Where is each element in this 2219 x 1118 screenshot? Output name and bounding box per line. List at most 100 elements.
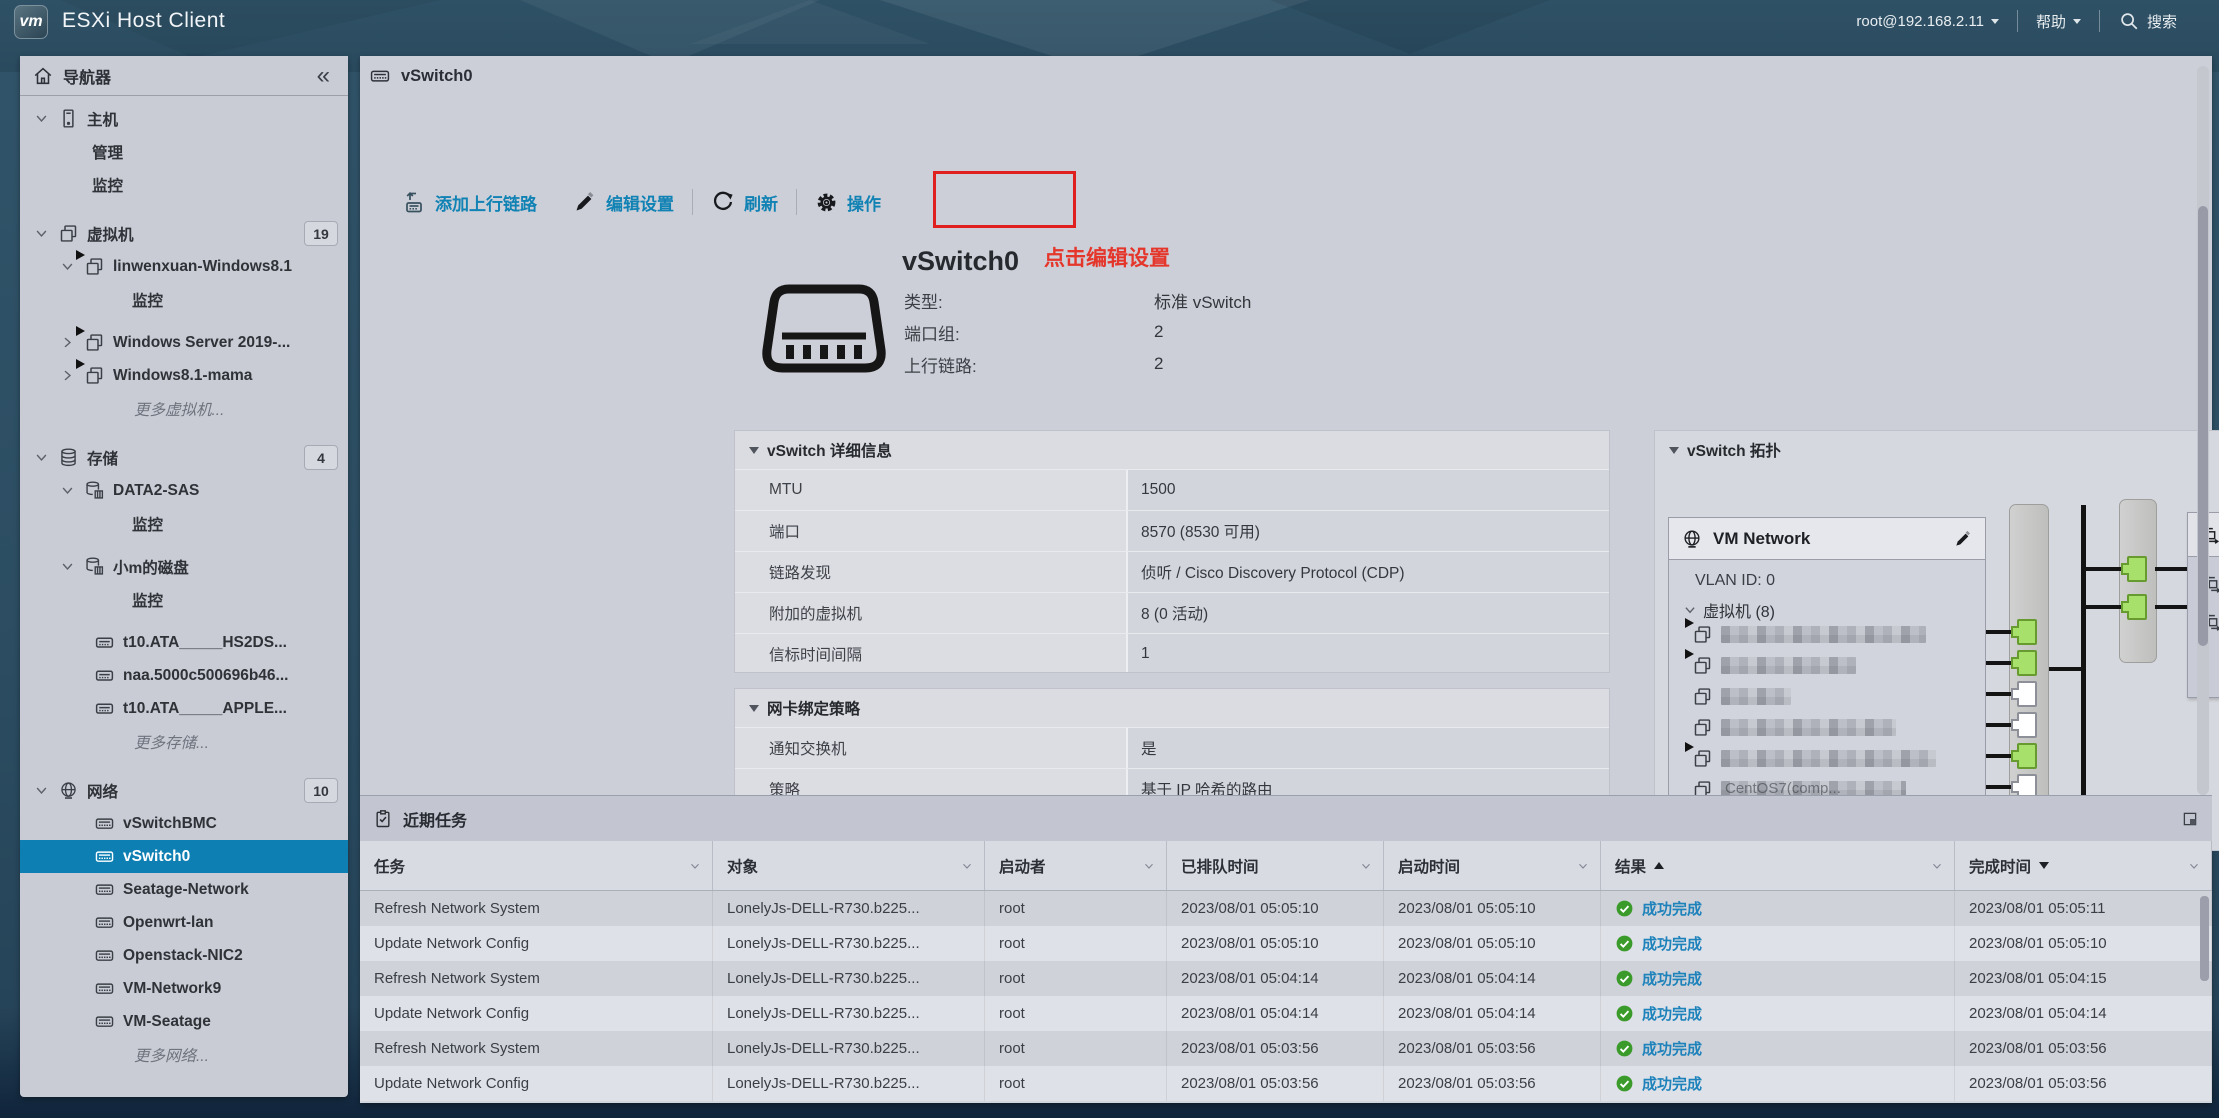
expand-tasks-icon[interactable] [2181,810,2199,828]
task-row[interactable]: Update Network ConfigLonelyJs-DELL-R730.… [360,1066,2212,1101]
column-menu-icon[interactable] [960,859,974,873]
sidebar-item-t10-ata_____apple-[interactable]: t10.ATA_____APPLE... [20,692,348,725]
topology-vm-item[interactable] [1691,621,1926,647]
recent-tasks-panel: 近期任务 任务对象启动者已排队时间启动时间 结果完成时间 Refresh Netw… [360,795,2212,1103]
connection-line [2084,567,2125,571]
topology-vm-item[interactable] [1691,745,1936,771]
sidebar-item-监控[interactable]: 监控 [20,283,348,316]
user-menu[interactable]: root@192.168.2.11 [1838,0,2017,42]
sidebar-item-label: vSwitchBMC [123,815,217,833]
column-menu-icon[interactable] [1359,859,1373,873]
tasks-scrollbar-thumb[interactable] [2200,896,2209,981]
column-header-label: 启动时间 [1398,855,1460,877]
sidebar-item-data2-sas[interactable]: DATA2-SAS [20,474,348,507]
property-value: 1500 [1126,470,1609,510]
refresh-button[interactable]: 刷新 [711,190,778,215]
task-result-label: 成功完成 [1642,1073,1702,1094]
add-uplink-button[interactable]: 添加上行链路 [400,189,537,215]
navigator-header: 导航器 « [20,56,348,96]
column-header-3[interactable]: 启动者 [985,841,1167,890]
vm-icon [1691,747,1713,769]
uplink-icon [400,189,426,215]
column-header-7[interactable]: 完成时间 [1955,841,2212,890]
property-value: 8 (0 活动) [1126,593,1609,633]
toolbar: 添加上行链路 编辑设置 刷新 操作 [400,176,881,228]
column-menu-icon[interactable] [1142,859,1156,873]
property-label: MTU [735,470,1126,510]
task-row[interactable]: Refresh Network SystemLonelyJs-DELL-R730… [360,891,2212,926]
sidebar-item-label: 监控 [132,589,163,611]
sidebar-item-主机[interactable]: 主机 [20,102,348,135]
sidebar-item-虚拟机[interactable]: 虚拟机19 [20,217,348,250]
column-menu-icon[interactable] [1576,859,1590,873]
column-header-1[interactable]: 任务 [360,841,713,890]
sidebar-item-vswitch0[interactable]: vSwitch0 [20,840,348,873]
sidebar-item-windows8-1-mama[interactable]: Windows8.1-mama [20,359,348,392]
sidebar-item-存储[interactable]: 存储4 [20,441,348,474]
sidebar-item-更多虚拟机-[interactable]: 更多虚拟机... [20,392,348,425]
sidebar-item-更多存储-[interactable]: 更多存储... [20,725,348,758]
sidebar-item-小m的磁盘[interactable]: 小m的磁盘 [20,550,348,583]
sidebar-item-vm-network9[interactable]: VM-Network9 [20,972,348,1005]
edit-port-group-icon[interactable] [1953,529,1973,549]
topology-panel-header[interactable]: vSwitch 拓扑 [1655,431,2219,469]
recent-tasks-title: 近期任务 [403,807,467,831]
sidebar-item-监控[interactable]: 监控 [20,507,348,540]
property-value: 侦听 / Cisco Discovery Protocol (CDP) [1126,552,1609,592]
count-badge: 4 [304,445,338,470]
sidebar-item-vm-seatage[interactable]: VM-Seatage [20,1005,348,1038]
column-header-4[interactable]: 已排队时间 [1167,841,1384,890]
edit-settings-button[interactable]: 编辑设置 [573,190,674,215]
details-panel-header[interactable]: vSwitch 详细信息 [735,431,1609,469]
collapse-sidebar-button[interactable]: « [311,66,336,86]
task-cell: 成功完成 [1601,961,1955,996]
column-menu-icon[interactable] [688,859,702,873]
success-check-icon [1615,969,1634,988]
sidebar-item-监控[interactable]: 监控 [20,168,348,201]
task-row[interactable]: Update Network ConfigLonelyJs-DELL-R730.… [360,996,2212,1031]
vmware-logo[interactable]: vm [14,5,48,39]
search-control[interactable]: 搜索 [2100,0,2195,42]
count-badge: 19 [304,221,338,246]
column-menu-icon[interactable] [2187,859,2201,873]
task-row[interactable]: Refresh Network SystemLonelyJs-DELL-R730… [360,961,2212,996]
chevron-right-icon [60,335,75,350]
column-header-5[interactable]: 启动时间 [1384,841,1601,890]
actions-button[interactable]: 操作 [815,190,881,215]
column-header-6[interactable]: 结果 [1601,841,1955,890]
vm-icon [82,364,106,388]
sidebar-item-vswitchbmc[interactable]: vSwitchBMC [20,807,348,840]
sidebar-item-label: DATA2-SAS [113,482,199,500]
property-row: MTU1500 [735,469,1609,510]
sidebar-item-openwrt-lan[interactable]: Openwrt-lan [20,906,348,939]
teaming-panel-header[interactable]: 网卡绑定策略 [735,689,1609,727]
column-menu-icon[interactable] [1930,859,1944,873]
topology-vm-item[interactable] [1691,652,1856,678]
sidebar-item-更多网络-[interactable]: 更多网络... [20,1038,348,1071]
summary-row: 端口组:2 [904,316,1464,348]
sidebar-item-t10-ata_____hs2ds-[interactable]: t10.ATA_____HS2DS... [20,626,348,659]
sidebar-item-seatage-network[interactable]: Seatage-Network [20,873,348,906]
sidebar-item-linwenxuan-windows8-1[interactable]: linwenxuan-Windows8.1 [20,250,348,283]
topology-vm-item[interactable] [1691,683,1791,709]
sidebar-item-监控[interactable]: 监控 [20,583,348,616]
vswitch-port [2017,743,2037,769]
task-cell: 2023/08/01 05:05:10 [1167,926,1384,961]
datastore-icon [82,555,106,579]
sidebar-item-网络[interactable]: 网络10 [20,774,348,807]
column-header-2[interactable]: 对象 [713,841,985,890]
topology-vm-item[interactable] [1691,714,1896,740]
help-menu[interactable]: 帮助 [2018,0,2099,42]
sidebar-item-windows-server-2019-[interactable]: Windows Server 2019-... [20,326,348,359]
sidebar-item-naa-5000c500696b46-[interactable]: naa.5000c500696b46... [20,659,348,692]
vswitch-icon [92,845,116,869]
vm-count-label[interactable]: 虚拟机 (8) [1683,598,1775,622]
vswitch-port [2017,712,2037,738]
task-row[interactable]: Refresh Network SystemLonelyJs-DELL-R730… [360,1031,2212,1066]
sidebar-item-管理[interactable]: 管理 [20,135,348,168]
task-row[interactable]: Update Network ConfigLonelyJs-DELL-R730.… [360,926,2212,961]
task-cell: root [985,1066,1167,1101]
sidebar-item-openstack-nic2[interactable]: Openstack-NIC2 [20,939,348,972]
main-scrollbar-thumb[interactable] [2198,206,2208,646]
task-cell: 2023/08/01 05:04:14 [1384,996,1601,1031]
